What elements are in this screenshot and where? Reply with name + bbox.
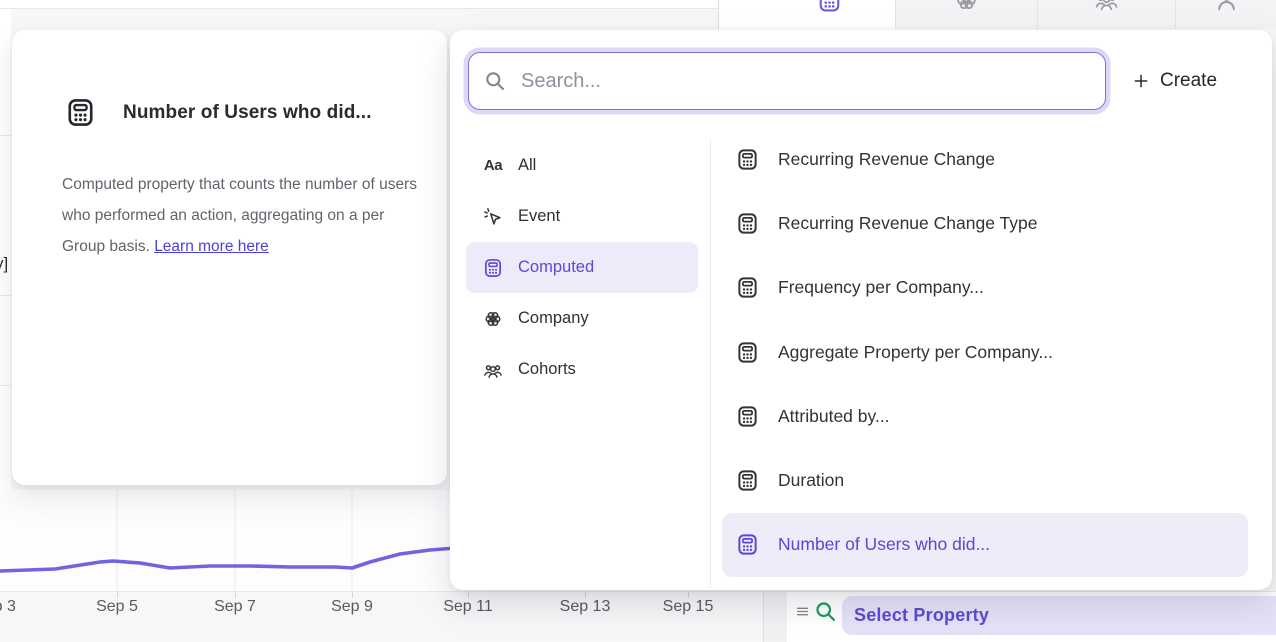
divider: [0, 295, 11, 296]
property-label: Attributed by...: [778, 406, 890, 427]
property-label: Recurring Revenue Change Type: [778, 213, 1037, 234]
select-property-label: Select Property: [854, 605, 989, 626]
category-label: Event: [518, 207, 560, 226]
axis-tick-label: Sep 13: [560, 598, 611, 616]
calculator-icon: [735, 275, 760, 300]
app-root: y] Sep 3 Sep 5 Sep 7 Sep 9 Sep 11 Sep 13 Sep 1…: [0, 0, 1276, 642]
property-picker-panel: Create Aa All Event Computed Company Coh…: [450, 30, 1272, 590]
property-item[interactable]: Duration: [722, 448, 1248, 512]
line-chart: [0, 490, 456, 592]
property-item[interactable]: Frequency per Company...: [722, 256, 1248, 320]
learn-more-link[interactable]: Learn more here: [154, 238, 269, 255]
property-label: Recurring Revenue Change: [778, 149, 995, 170]
clipped-background-text: y]: [0, 254, 8, 274]
calculator-icon: [482, 257, 504, 279]
category-label: All: [518, 156, 536, 175]
property-label: Number of Users who did...: [778, 534, 990, 555]
drag-handle-icon[interactable]: [794, 603, 811, 620]
create-button[interactable]: Create: [1132, 66, 1217, 96]
axis-tick-label: Sep 9: [331, 598, 373, 616]
axis-tick-label: Sep 3: [0, 598, 16, 616]
property-tooltip-card: Number of Users who did... Computed prop…: [12, 30, 447, 485]
footer-gutter: [763, 592, 787, 642]
calculator-icon: [735, 532, 760, 557]
category-item[interactable]: Company: [466, 293, 698, 344]
property-item[interactable]: Number of Users who did...: [722, 513, 1248, 577]
cohorts-icon: [482, 359, 504, 381]
axis-tick-label: Sep 7: [214, 598, 256, 616]
category-label: Cohorts: [518, 360, 576, 379]
axis-tick-label: Sep 11: [443, 598, 493, 616]
axis-tick-label: Sep 15: [663, 598, 714, 616]
calculator-icon: [735, 211, 760, 236]
property-item[interactable]: Recurring Revenue Change Type: [722, 191, 1248, 255]
property-item[interactable]: Aggregate Property per Company...: [722, 320, 1248, 384]
clipped-left-panel: y]: [0, 9, 11, 491]
aa-icon: Aa: [482, 155, 504, 177]
calculator-icon: [735, 340, 760, 365]
calculator-icon: [735, 468, 760, 493]
search-box[interactable]: [468, 52, 1106, 110]
cohorts-icon[interactable]: [1037, 0, 1175, 29]
background-panel-edge: [718, 0, 764, 30]
plus-icon: [1132, 72, 1150, 90]
company-icon[interactable]: [895, 0, 1037, 29]
category-filter-list: Aa All Event Computed Company Cohorts: [466, 140, 698, 395]
tooltip-title: Number of Users who did...: [123, 102, 372, 124]
property-item[interactable]: Recurring Revenue Change: [722, 127, 1248, 191]
background-toolbar-edge: [0, 0, 718, 9]
person-icon[interactable]: [1175, 0, 1276, 29]
axis-tick-label: Sep 5: [96, 598, 138, 616]
create-button-label: Create: [1160, 70, 1217, 92]
category-item[interactable]: Aa All: [466, 140, 698, 191]
property-type-tabbar: [763, 0, 1276, 29]
calculator-icon: [735, 404, 760, 429]
divider: [0, 135, 11, 136]
select-property-chip[interactable]: Select Property: [842, 596, 1276, 635]
search-icon: [483, 69, 507, 93]
tooltip-description: Computed property that counts the number…: [62, 169, 429, 262]
category-label: Computed: [518, 258, 594, 277]
divider: [0, 385, 11, 386]
calculator-icon[interactable]: [763, 0, 895, 29]
property-label: Frequency per Company...: [778, 277, 984, 298]
search-input[interactable]: [521, 70, 1091, 93]
cursor-click-icon: [482, 206, 504, 228]
property-label: Duration: [778, 470, 844, 491]
calculator-icon: [735, 147, 760, 172]
property-search-icon[interactable]: [813, 599, 838, 624]
category-label: Company: [518, 309, 589, 328]
category-item[interactable]: Event: [466, 191, 698, 242]
category-item[interactable]: Computed: [466, 242, 698, 293]
company-icon: [482, 308, 504, 330]
property-list: Recurring Revenue Change Recurring Reven…: [722, 127, 1248, 577]
calculator-icon: [64, 96, 97, 129]
property-label: Aggregate Property per Company...: [778, 342, 1053, 363]
property-item[interactable]: Attributed by...: [722, 384, 1248, 448]
category-item[interactable]: Cohorts: [466, 344, 698, 395]
divider: [710, 138, 711, 588]
